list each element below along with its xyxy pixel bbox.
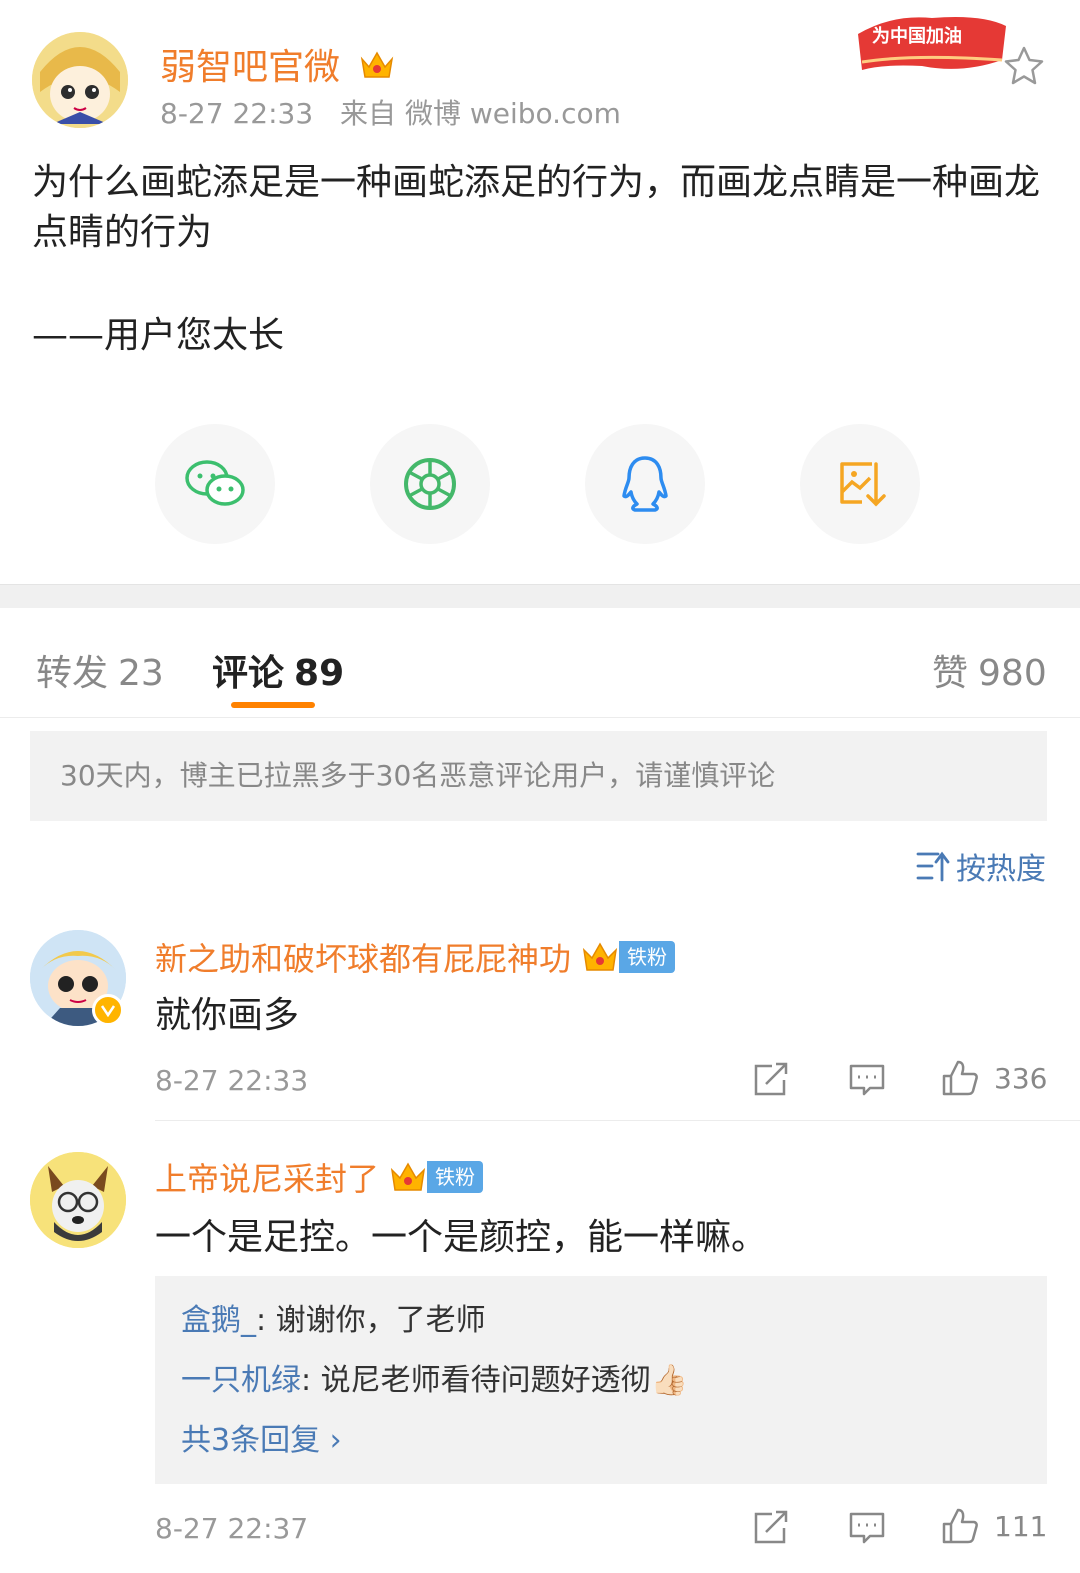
tab-comments[interactable]: 评论 89 bbox=[212, 644, 344, 696]
cheer-badge[interactable]: 为中国加油 bbox=[852, 4, 1012, 78]
tab-likes-label: 赞 bbox=[932, 653, 969, 694]
comment-text: 就你画多 bbox=[155, 995, 300, 1036]
comment-text: 一个是足控。一个是颜控，能一样嘛。 bbox=[155, 1217, 768, 1258]
section-divider bbox=[0, 584, 1080, 608]
crown-icon bbox=[582, 942, 618, 971]
thumbs-up-icon bbox=[942, 1508, 978, 1544]
share-wechat-button[interactable] bbox=[155, 424, 275, 544]
comment-icon bbox=[849, 1512, 885, 1544]
fan-badge: 铁粉 bbox=[581, 940, 676, 974]
tab-reposts-count: 23 bbox=[118, 653, 164, 694]
commenter-name[interactable]: 新之助和破坏球都有屁屁神功 铁粉 bbox=[155, 934, 676, 980]
sub-reply: 一只机绿: 说尼老师看待问题好透彻👍🏻 bbox=[181, 1358, 1021, 1418]
sub-reply-text: : 说尼老师看待问题好透彻👍🏻 bbox=[301, 1363, 688, 1398]
tab-reposts-label: 转发 bbox=[36, 653, 109, 694]
tab-likes-count: 980 bbox=[978, 653, 1047, 694]
share-icon bbox=[754, 1510, 788, 1544]
reply-comment-button[interactable] bbox=[848, 1510, 886, 1546]
sort-icon bbox=[916, 851, 950, 882]
verified-badge-icon bbox=[92, 994, 124, 1026]
thumbs-up-icon bbox=[942, 1060, 978, 1096]
post-header: 弱智吧官微 8-27 22:33 来自 微博 weibo.com 为中国加油 bbox=[0, 0, 1080, 140]
save-image-icon bbox=[840, 462, 886, 507]
reply-comment-button[interactable] bbox=[848, 1062, 886, 1098]
post-source: 来自 微博 weibo.com bbox=[340, 97, 621, 130]
favorite-star-icon[interactable] bbox=[1000, 42, 1048, 90]
tab-reposts[interactable]: 转发 23 bbox=[36, 644, 164, 696]
like-comment-button[interactable]: 111 bbox=[940, 1506, 1047, 1546]
post-author-avatar[interactable] bbox=[32, 32, 128, 128]
interaction-tabs: 转发 23 评论 89 赞 980 bbox=[0, 608, 1080, 718]
share-moments-button[interactable] bbox=[370, 424, 490, 544]
sub-reply: 盒鹅_: 谢谢你，了老师 bbox=[181, 1298, 1021, 1358]
post-signature: ——用户您太长 bbox=[32, 315, 285, 356]
comment-time: 8-27 22:33 bbox=[155, 1064, 309, 1097]
tab-likes[interactable]: 赞 980 bbox=[932, 644, 1047, 696]
comment-divider bbox=[155, 1120, 1080, 1121]
sort-by-hot-button[interactable]: 按热度 bbox=[916, 844, 1046, 888]
fan-badge: 铁粉 bbox=[389, 1160, 484, 1194]
fan-badge-label: 铁粉 bbox=[427, 1161, 484, 1193]
tab-comments-label: 评论 bbox=[212, 653, 285, 694]
fan-badge-label: 铁粉 bbox=[619, 941, 676, 973]
repost-comment-button[interactable] bbox=[752, 1510, 790, 1546]
cheer-badge-text: 为中国加油 bbox=[872, 25, 962, 47]
moments-icon bbox=[404, 458, 456, 510]
sub-reply-author[interactable]: 一只机绿 bbox=[181, 1363, 301, 1398]
like-count: 111 bbox=[994, 1509, 1048, 1543]
commenter-name[interactable]: 上帝说尼采封了 铁粉 bbox=[155, 1154, 484, 1200]
post-meta: 8-27 22:33 来自 微博 weibo.com bbox=[160, 92, 639, 132]
tab-comments-count: 89 bbox=[294, 653, 345, 694]
comment-time: 8-27 22:37 bbox=[155, 1512, 309, 1545]
sub-replies-box: 盒鹅_: 谢谢你，了老师 一只机绿: 说尼老师看待问题好透彻👍🏻 共3条回复 › bbox=[155, 1276, 1047, 1484]
sub-reply-author[interactable]: 盒鹅_ bbox=[181, 1303, 256, 1338]
share-icon bbox=[754, 1062, 788, 1096]
commenter-name-label: 上帝说尼采封了 bbox=[155, 1160, 380, 1198]
crown-icon bbox=[359, 49, 395, 90]
comment-icon bbox=[849, 1064, 885, 1096]
like-count: 336 bbox=[994, 1061, 1048, 1095]
qq-icon bbox=[622, 456, 668, 512]
sub-reply-text: : 谢谢你，了老师 bbox=[256, 1303, 486, 1338]
comment-notice: 30天内，博主已拉黑多于30名恶意评论用户，请谨慎评论 bbox=[30, 731, 1047, 821]
commenter-name-label: 新之助和破坏球都有屁屁神功 bbox=[155, 940, 572, 978]
active-tab-indicator bbox=[231, 702, 315, 708]
post-time: 8-27 22:33 bbox=[160, 97, 314, 130]
sort-label: 按热度 bbox=[956, 852, 1046, 887]
post-body-text: 为什么画蛇添足是一种画蛇添足的行为，而画龙点睛是一种画龙点睛的行为 bbox=[32, 162, 1041, 253]
share-row bbox=[0, 424, 1080, 544]
save-image-button[interactable] bbox=[800, 424, 920, 544]
wechat-icon bbox=[185, 460, 245, 506]
post-author-label: 弱智吧官微 bbox=[160, 47, 341, 88]
commenter-avatar[interactable] bbox=[30, 1152, 126, 1248]
share-qq-button[interactable] bbox=[585, 424, 705, 544]
like-comment-button[interactable]: 336 bbox=[940, 1058, 1047, 1098]
repost-comment-button[interactable] bbox=[752, 1062, 790, 1098]
view-all-replies-link[interactable]: 共3条回复 › bbox=[181, 1418, 1021, 1464]
post-author-name[interactable]: 弱智吧官微 bbox=[160, 38, 395, 90]
crown-icon bbox=[390, 1162, 426, 1191]
